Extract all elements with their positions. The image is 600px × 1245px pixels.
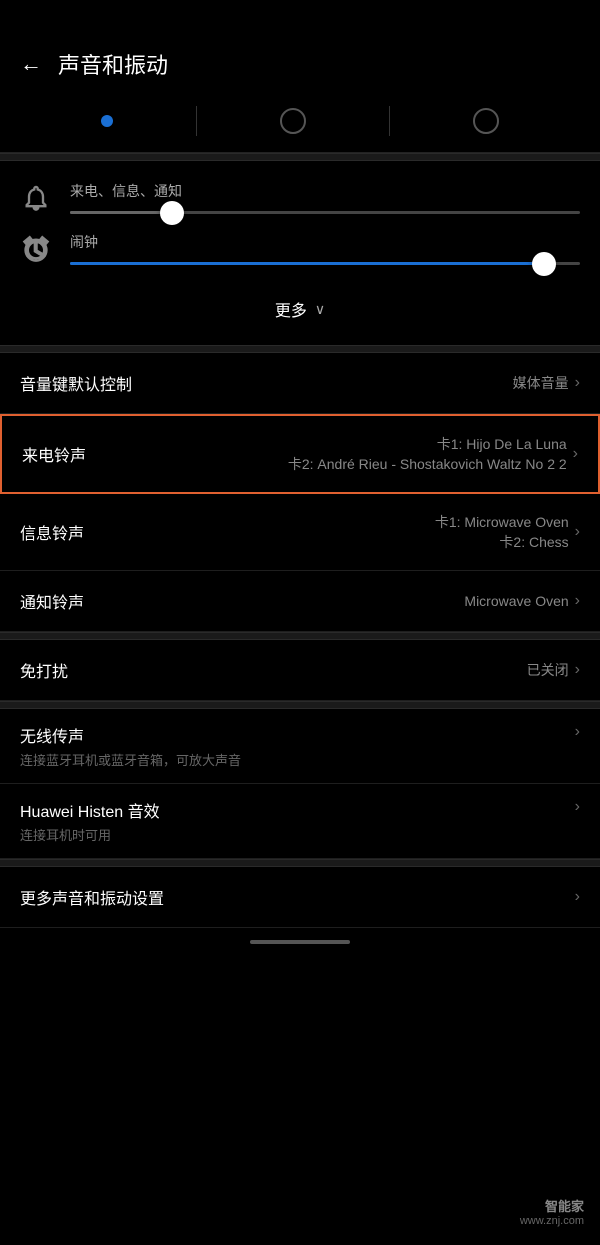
bell-icon	[20, 182, 52, 214]
tab-separator-1	[196, 106, 197, 136]
message-tone-line2: 卡2: Chess	[435, 532, 569, 552]
alarm-slider-fill	[70, 262, 544, 265]
alarm-volume-row: 闹钟	[20, 232, 580, 265]
settings-item-notification-tone[interactable]: 通知铃声 Microwave Oven ›	[0, 571, 600, 632]
settings-item-ringtone[interactable]: 来电铃声 卡1: Hijo De La Luna 卡2: André Rieu …	[0, 414, 600, 494]
notification-volume-control: 来电、信息、通知	[70, 181, 580, 214]
tab-bar	[0, 96, 600, 153]
tab-ring-2[interactable]	[473, 108, 499, 134]
alarm-slider-thumb[interactable]	[532, 252, 556, 276]
header: ← 声音和振动	[0, 0, 600, 96]
more-label: 更多	[275, 297, 307, 321]
settings-item-message-tone[interactable]: 信息铃声 卡1: Microwave Oven 卡2: Chess ›	[0, 494, 600, 571]
settings-item-dnd[interactable]: 免打扰 已关闭 ›	[0, 640, 600, 701]
message-tone-label: 信息铃声	[20, 520, 84, 544]
volume-section: 来电、信息、通知 闹钟 更多 ∨	[0, 161, 600, 345]
dnd-section: 免打扰 已关闭 ›	[0, 640, 600, 701]
watermark-logo: 智能家	[520, 1196, 584, 1215]
more-sound-right: ›	[575, 888, 580, 906]
settings-item-more-sound[interactable]: 更多声音和振动设置 ›	[0, 867, 600, 928]
tab-dot-active[interactable]	[101, 115, 113, 127]
page-title: 声音和振动	[58, 48, 168, 80]
notification-label: 来电、信息、通知	[70, 181, 580, 201]
tab-ring-1[interactable]	[280, 108, 306, 134]
alarm-slider-track[interactable]	[70, 262, 580, 265]
notification-tone-chevron: ›	[575, 592, 580, 610]
notification-slider-track[interactable]	[70, 211, 580, 214]
alarm-volume-control: 闹钟	[70, 232, 580, 265]
histen-title-row: Huawei Histen 音效 ›	[20, 798, 580, 822]
message-tone-line1: 卡1: Microwave Oven	[435, 512, 569, 532]
message-tone-value: 卡1: Microwave Oven 卡2: Chess	[435, 512, 569, 552]
divider-dnd	[0, 632, 600, 640]
notification-volume-row: 来电、信息、通知	[20, 181, 580, 214]
bottom-bar	[250, 940, 350, 944]
settings-item-wireless[interactable]: 无线传声 › 连接蓝牙耳机或蓝牙音箱，可放大声音	[0, 709, 600, 784]
settings-list: 音量键默认控制 媒体音量 › 来电铃声 卡1: Hijo De La Luna …	[0, 353, 600, 632]
divider-wireless	[0, 701, 600, 709]
audio-section: 无线传声 › 连接蓝牙耳机或蓝牙音箱，可放大声音 Huawei Histen 音…	[0, 709, 600, 859]
notification-slider-thumb[interactable]	[160, 201, 184, 225]
more-sound-chevron: ›	[575, 888, 580, 906]
dnd-value: 已关闭	[527, 660, 569, 680]
message-tone-right: 卡1: Microwave Oven 卡2: Chess ›	[435, 512, 580, 552]
histen-label: Huawei Histen 音效	[20, 798, 160, 822]
more-button[interactable]: 更多 ∨	[20, 283, 580, 335]
dnd-label: 免打扰	[20, 658, 68, 682]
notification-tone-right: Microwave Oven ›	[464, 592, 580, 610]
notification-tone-label: 通知铃声	[20, 589, 84, 613]
ringtone-right: 卡1: Hijo De La Luna 卡2: André Rieu - Sho…	[288, 434, 578, 474]
alarm-icon	[20, 233, 52, 265]
more-sound-section: 更多声音和振动设置 ›	[0, 867, 600, 928]
settings-item-histen[interactable]: Huawei Histen 音效 › 连接耳机时可用	[0, 784, 600, 859]
more-sound-label: 更多声音和振动设置	[20, 885, 164, 909]
volume-key-value: 媒体音量	[513, 373, 569, 393]
ringtone-value: 卡1: Hijo De La Luna 卡2: André Rieu - Sho…	[288, 434, 567, 474]
watermark-url: www.znj.com	[520, 1215, 584, 1227]
alarm-label: 闹钟	[70, 232, 580, 252]
histen-chevron: ›	[575, 798, 580, 816]
dnd-right: 已关闭 ›	[527, 660, 580, 680]
divider-top	[0, 153, 600, 161]
message-tone-chevron: ›	[575, 523, 580, 541]
divider-more	[0, 859, 600, 867]
wireless-subtitle: 连接蓝牙耳机或蓝牙音箱，可放大声音	[20, 750, 580, 769]
ringtone-line2: 卡2: André Rieu - Shostakovich Waltz No 2…	[288, 454, 567, 474]
volume-key-right: 媒体音量 ›	[513, 373, 580, 393]
chevron-down-icon: ∨	[315, 301, 325, 318]
ringtone-chevron: ›	[573, 445, 578, 463]
settings-item-volume-key[interactable]: 音量键默认控制 媒体音量 ›	[0, 353, 600, 414]
back-button[interactable]: ←	[20, 51, 42, 77]
wireless-chevron: ›	[575, 723, 580, 741]
wireless-label: 无线传声	[20, 723, 84, 747]
notification-slider-fill	[70, 211, 172, 214]
divider-mid	[0, 345, 600, 353]
watermark: 智能家 www.znj.com	[520, 1196, 584, 1227]
volume-key-label: 音量键默认控制	[20, 371, 132, 395]
ringtone-label: 来电铃声	[22, 442, 86, 466]
histen-subtitle: 连接耳机时可用	[20, 825, 580, 844]
tab-separator-2	[389, 106, 390, 136]
ringtone-line1: 卡1: Hijo De La Luna	[288, 434, 567, 454]
notification-tone-value: Microwave Oven	[464, 593, 568, 609]
dnd-chevron: ›	[575, 661, 580, 679]
wireless-title-row: 无线传声 ›	[20, 723, 580, 747]
bottom-indicator	[0, 928, 600, 950]
volume-key-chevron: ›	[575, 374, 580, 392]
